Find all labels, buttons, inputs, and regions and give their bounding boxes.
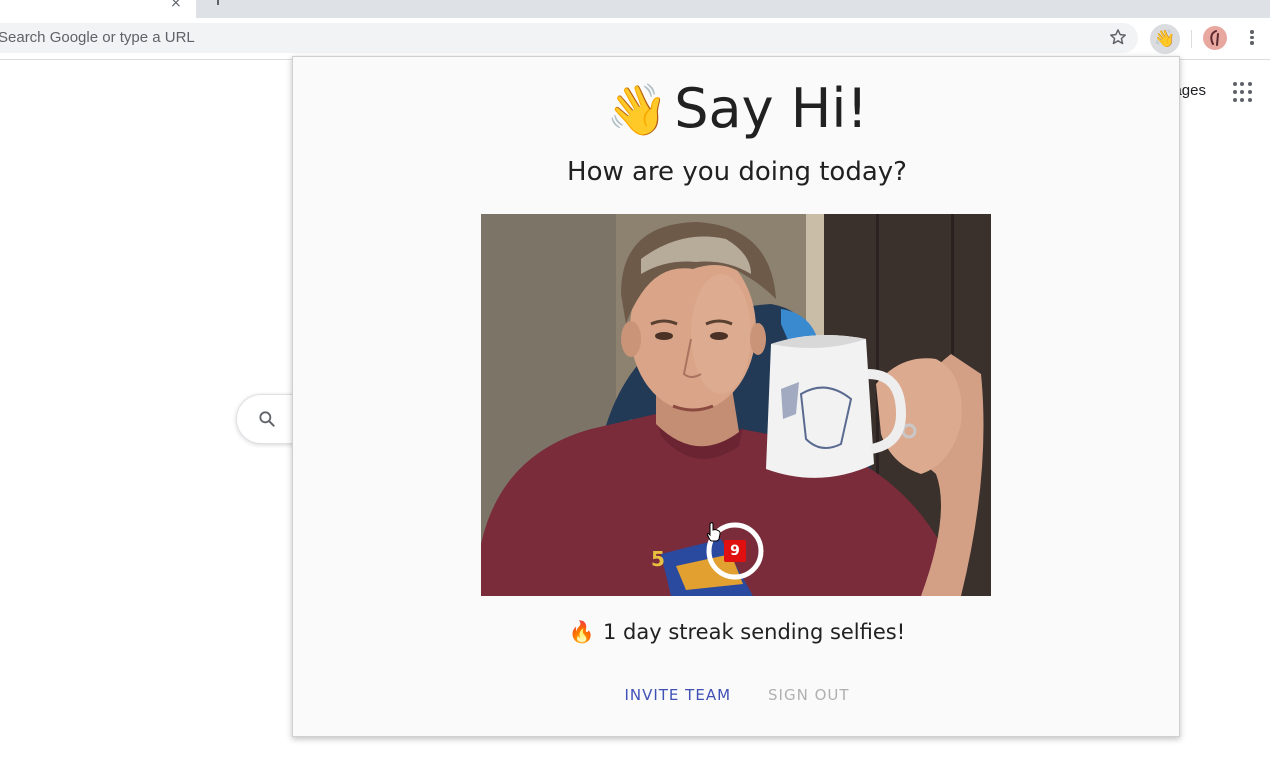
tab-strip: × <box>0 0 1270 18</box>
say-hi-popup: 👋 Say Hi! How are you doing today? 5 9 🔥… <box>292 56 1180 737</box>
hand-pointer-icon <box>706 522 721 542</box>
apps-grid-icon[interactable] <box>1233 82 1253 102</box>
profile-icon <box>1210 30 1219 46</box>
svg-text:5: 5 <box>651 547 665 571</box>
countdown-timer: 9 <box>706 522 764 580</box>
headline-text: Say Hi! <box>674 77 868 140</box>
say-hi-extension-button[interactable]: 👋 <box>1150 24 1180 54</box>
invite-team-button[interactable]: INVITE TEAM <box>624 686 731 704</box>
popup-headline: 👋 Say Hi! <box>293 77 1181 140</box>
streak-text: 1 day streak sending selfies! <box>602 620 906 644</box>
toolbar-divider <box>1191 30 1192 48</box>
webcam-preview[interactable]: 5 9 <box>481 214 991 596</box>
fire-icon: 🔥 <box>568 620 595 644</box>
profile-avatar[interactable] <box>1203 26 1227 50</box>
popup-actions: INVITE TEAM SIGN OUT <box>293 686 1181 704</box>
browser-toolbar: Search Google or type a URL 👋 <box>0 18 1270 60</box>
popup-subtitle: How are you doing today? <box>567 157 907 187</box>
streak-message: 🔥 1 day streak sending selfies! <box>293 620 1181 645</box>
tab-close-icon[interactable]: × <box>170 0 182 11</box>
sign-out-button[interactable]: SIGN OUT <box>768 686 850 704</box>
wave-icon: 👋 <box>1154 29 1176 48</box>
tab-separator <box>217 0 219 5</box>
omnibox-placeholder: Search Google or type a URL <box>0 29 195 46</box>
browser-menu-icon[interactable] <box>1242 28 1262 50</box>
omnibox[interactable]: Search Google or type a URL <box>0 23 1138 53</box>
countdown-value: 9 <box>724 540 746 562</box>
star-icon[interactable] <box>1108 27 1128 47</box>
active-tab[interactable]: × <box>0 0 196 18</box>
waving-hand-icon: 👋 <box>605 81 669 139</box>
search-icon <box>259 411 275 427</box>
